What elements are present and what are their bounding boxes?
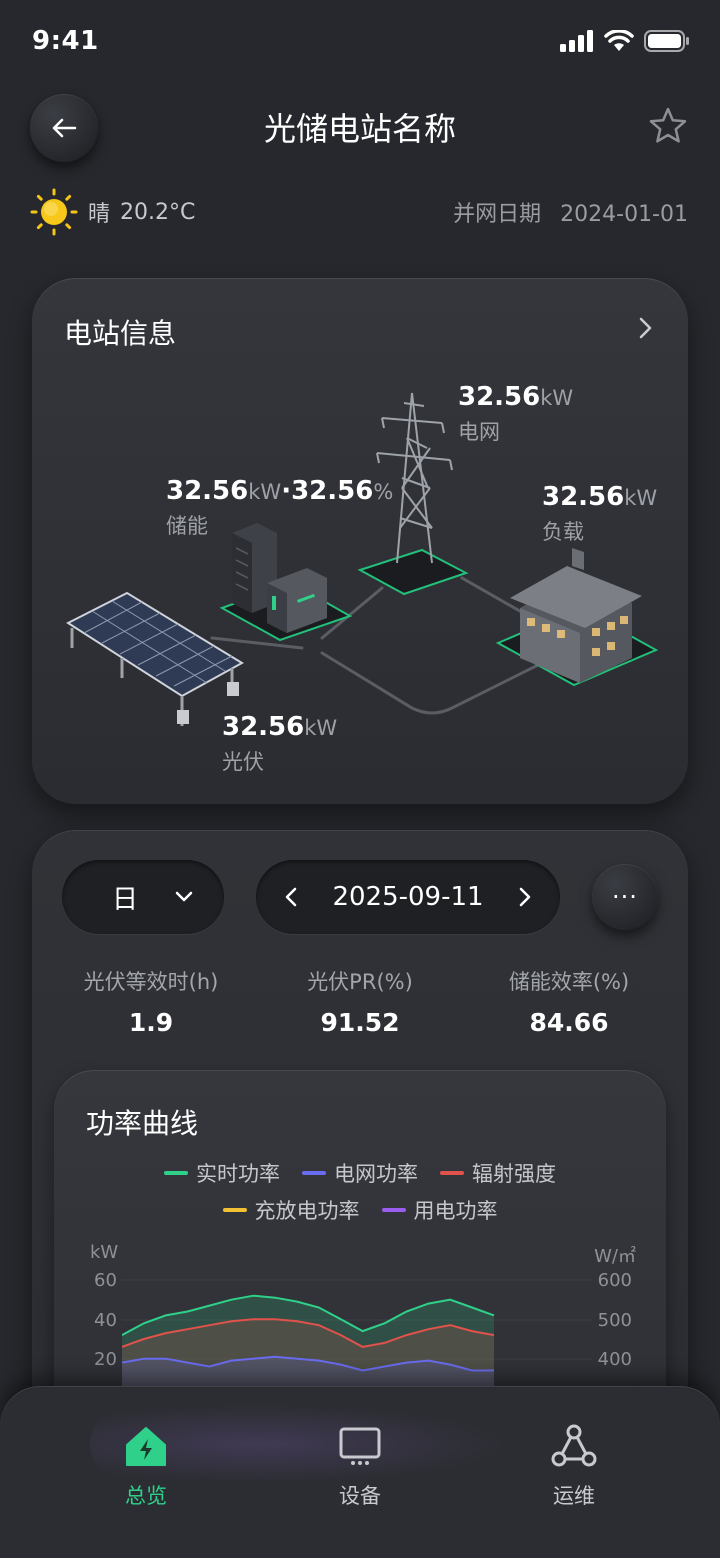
legend-item[interactable]: 充放电功率 [222, 1195, 360, 1225]
network-icon [551, 1424, 597, 1467]
more-button[interactable]: ··· [592, 864, 658, 930]
legend-swatch [302, 1171, 326, 1175]
legend-swatch [164, 1171, 188, 1175]
page-title: 光储电站名称 [263, 110, 456, 148]
y-right-tick: 600 [597, 1270, 632, 1291]
legend-swatch [440, 1171, 464, 1175]
kpi-label: 光伏PR(%) [307, 970, 413, 994]
y-left-tick: 40 [94, 1310, 117, 1331]
chart-legend-row-1: 实时功率 电网功率 辐射强度 [54, 1158, 666, 1188]
star-icon [649, 107, 687, 143]
grid-date-value: 2024-01-01 [560, 202, 688, 227]
status-time: 9:41 [32, 26, 99, 56]
favorite-button[interactable] [648, 106, 692, 150]
kpi-pv-equivalent-hours: 光伏等效时(h) 1.9 [46, 966, 256, 1037]
load-metric: 32.56kW 负载 [542, 482, 657, 546]
power-chart-plot [122, 1279, 592, 1398]
chevron-right-icon[interactable] [518, 886, 532, 908]
tab-label: 设备 [339, 1484, 381, 1508]
grid-label: 电网 [458, 420, 500, 444]
period-select-value: 日 [112, 884, 139, 915]
sun-icon [30, 188, 78, 236]
storage-label: 储能 [166, 514, 208, 538]
weather-info: 晴 20.2°C [30, 188, 195, 236]
weather-condition: 晴 [88, 202, 111, 227]
legend-label: 充放电功率 [254, 1199, 360, 1223]
storage-metric: 32.56kW·32.56% 储能 [166, 476, 393, 540]
tab-overview[interactable]: 总览 [76, 1422, 216, 1510]
date-picker: 2025-09-11 [256, 860, 560, 934]
tab-label: 运维 [553, 1484, 595, 1508]
grid-connection-date: 并网日期 2024-01-01 [453, 196, 688, 228]
kpi-storage-efficiency: 储能效率(%) 84.66 [464, 966, 674, 1037]
load-label: 负载 [542, 520, 584, 544]
legend-swatch [381, 1208, 406, 1212]
grid-power-value: 32.56 [458, 382, 541, 412]
pv-label: 光伏 [222, 750, 264, 774]
storage-power-unit: kW [248, 480, 282, 504]
pv-power-unit: kW [304, 716, 338, 740]
grid-metric: 32.56kW 电网 [458, 382, 573, 446]
chevron-left-icon[interactable] [284, 886, 298, 908]
storage-soc-value: 32.56 [291, 476, 374, 506]
monitor-icon [339, 1427, 381, 1465]
signal-icon [560, 30, 593, 52]
status-icons [560, 30, 690, 52]
legend-swatch [222, 1208, 247, 1212]
weather-temperature: 20.2°C [120, 199, 196, 225]
y-left-tick: 20 [94, 1349, 117, 1370]
station-info-card[interactable]: 电站信息 32.56kW·32.56% 储能 32.56kW 电网 32.56k… [32, 278, 688, 804]
legend-label: 电网功率 [334, 1162, 418, 1186]
kpi-value: 91.52 [320, 1008, 400, 1037]
kpi-label: 光伏等效时(h) [83, 970, 219, 994]
period-select[interactable]: 日 [62, 860, 224, 934]
chevron-down-icon [175, 891, 193, 902]
date-picker-value[interactable]: 2025-09-11 [332, 882, 483, 912]
bottom-tab-bar: 总览 设备 运维 [0, 1386, 720, 1558]
pv-power-value: 32.56 [222, 712, 305, 742]
kpi-value: 1.9 [128, 1008, 174, 1037]
legend-item[interactable]: 实时功率 [164, 1158, 280, 1188]
home-bolt-icon [126, 1427, 166, 1466]
grid-power-unit: kW [540, 386, 574, 410]
kpi-pv-pr: 光伏PR(%) 91.52 [255, 966, 465, 1037]
load-power-value: 32.56 [542, 482, 625, 512]
power-chart-title: 功率曲线 [86, 1107, 199, 1140]
storage-separator: · [281, 476, 292, 506]
pv-metric: 32.56kW 光伏 [222, 712, 337, 776]
grid-date-label: 并网日期 [453, 202, 542, 227]
solar-panel-icon [65, 591, 244, 726]
tab-operations[interactable]: 运维 [504, 1422, 644, 1510]
legend-label: 实时功率 [196, 1162, 280, 1186]
legend-item[interactable]: 电网功率 [302, 1158, 418, 1188]
load-power-unit: kW [624, 486, 658, 510]
y-right-tick: 400 [597, 1349, 632, 1370]
legend-label: 辐射强度 [472, 1162, 556, 1186]
tab-devices[interactable]: 设备 [290, 1422, 430, 1510]
storage-soc-unit: % [373, 480, 394, 504]
chart-legend-row-2: 充放电功率 用电功率 [54, 1195, 666, 1225]
y-left-unit: kW [90, 1242, 119, 1263]
tab-label: 总览 [125, 1484, 167, 1508]
more-icon: ··· [612, 883, 638, 911]
wifi-icon [604, 30, 634, 51]
y-left-tick: 60 [94, 1270, 117, 1291]
legend-item[interactable]: 辐射强度 [440, 1158, 556, 1188]
legend-item[interactable]: 用电功率 [381, 1195, 498, 1225]
legend-label: 用电功率 [413, 1199, 498, 1223]
y-right-unit: W/㎡ [594, 1246, 636, 1267]
kpi-label: 储能效率(%) [508, 970, 630, 994]
kpi-value: 84.66 [529, 1008, 609, 1037]
battery-icon [644, 30, 689, 52]
y-right-tick: 500 [597, 1310, 632, 1331]
storage-power-value: 32.56 [166, 476, 249, 506]
